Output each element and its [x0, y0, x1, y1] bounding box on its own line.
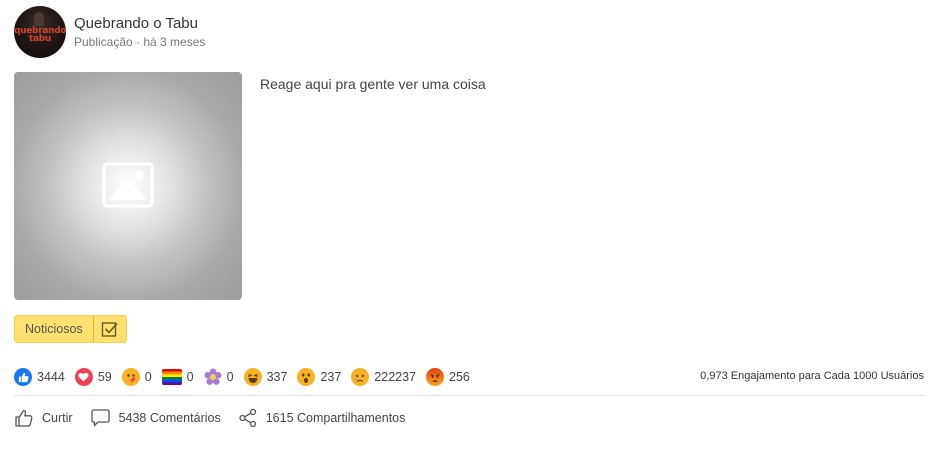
divider: [14, 395, 925, 396]
surprised-reaction-icon: [297, 368, 316, 386]
sad-reaction-icon: [351, 368, 370, 386]
image-icon: [102, 162, 154, 208]
reaction-sad[interactable]: 222237: [351, 368, 416, 386]
avatar-figure: [34, 12, 44, 26]
reaction-count: 0: [186, 370, 194, 384]
reaction-bar: 3444 59 0 0 0 337 237 222237 256: [14, 366, 480, 388]
angry-reaction-icon: [426, 368, 445, 386]
share-label: 1615 Compartilhamentos: [265, 411, 406, 425]
reaction-care[interactable]: 0: [121, 368, 152, 386]
flower-reaction-icon: [204, 368, 222, 386]
reaction-pride[interactable]: 0: [161, 369, 194, 385]
heart-reaction-icon: [74, 368, 93, 386]
rainbow-flag-icon: [161, 369, 182, 385]
author-meta: Quebrando o Tabu Publicação · há 3 meses: [74, 14, 205, 50]
reaction-thankful[interactable]: 0: [204, 368, 234, 386]
like-label: Curtir: [42, 411, 73, 425]
action-bar: Curtir 5438 Comentários 1615 Compartilha…: [14, 408, 422, 428]
category-tag-label: Noticiosos: [25, 322, 83, 336]
reaction-count: 256: [449, 370, 470, 384]
engagement-stat: 0,973 Engajamento para Cada 1000 Usuário…: [700, 370, 924, 382]
share-button[interactable]: 1615 Compartilhamentos: [238, 408, 406, 428]
post-meta: Publicação · há 3 meses: [74, 35, 206, 49]
reaction-count: 237: [320, 370, 342, 384]
comments-button[interactable]: 5438 Comentários: [90, 408, 221, 428]
reaction-haha[interactable]: 337: [243, 368, 288, 386]
avatar-brand-text: quebrando tabu: [14, 26, 66, 44]
reaction-love[interactable]: 59: [74, 368, 112, 386]
category-tag[interactable]: Noticiosos: [14, 315, 127, 343]
comments-label: 5438 Comentários: [118, 411, 221, 425]
reaction-count: 337: [266, 370, 288, 384]
thumbs-up-icon: [15, 409, 33, 427]
share-icon: [239, 408, 256, 428]
reaction-count: 0: [226, 370, 234, 384]
like-reaction-icon: [14, 368, 32, 386]
reaction-count: 59: [97, 370, 112, 384]
reaction-like[interactable]: 3444: [14, 368, 65, 386]
reaction-wow[interactable]: 237: [297, 368, 341, 386]
comment-icon: [90, 409, 110, 427]
reaction-count: 3444: [37, 370, 65, 384]
post-header: quebrando tabu Quebrando o Tabu Publicaçã…: [14, 6, 205, 58]
care-reaction-icon: [121, 368, 140, 386]
checkbox-icon[interactable]: [92, 316, 126, 342]
avatar[interactable]: quebrando tabu: [14, 6, 66, 58]
reaction-angry[interactable]: 256: [426, 368, 470, 386]
laughing-reaction-icon: [243, 368, 262, 386]
post-text: Reage aqui pra gente ver uma coisa: [260, 76, 486, 92]
like-button[interactable]: Curtir: [14, 408, 73, 428]
author-name[interactable]: Quebrando o Tabu: [74, 14, 205, 34]
post-image-placeholder[interactable]: [14, 72, 242, 300]
reaction-count: 222237: [374, 370, 417, 384]
reaction-count: 0: [144, 370, 152, 384]
